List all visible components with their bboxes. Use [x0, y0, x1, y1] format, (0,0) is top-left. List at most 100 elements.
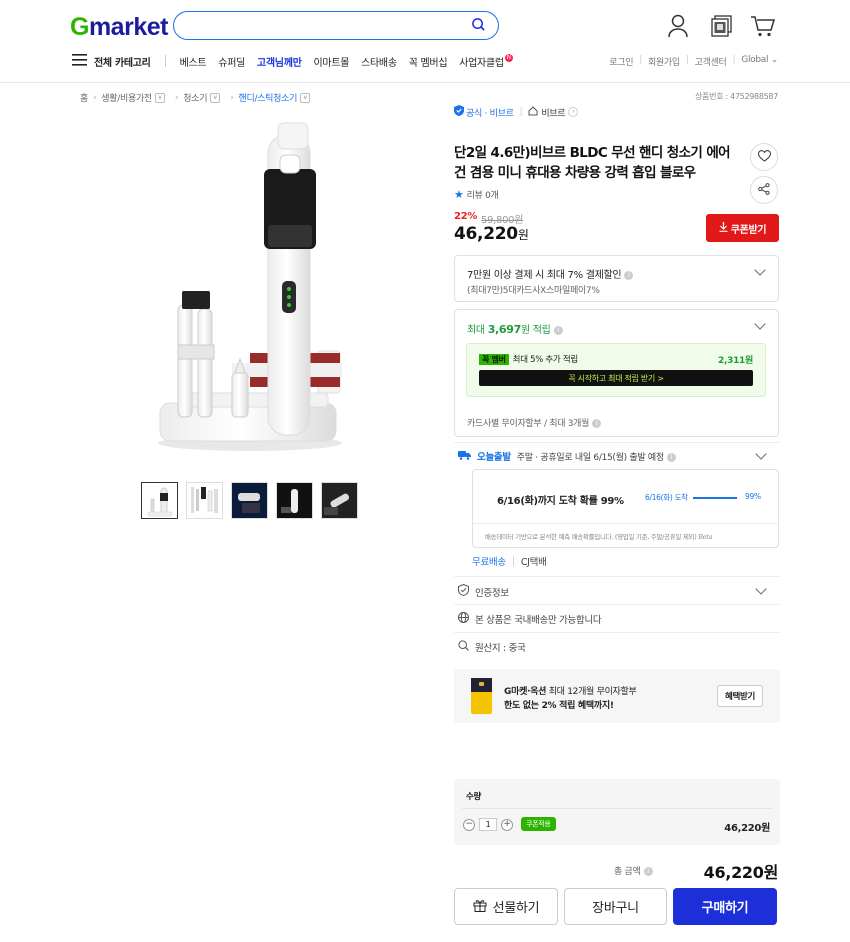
membership-text: 최대 5% 추가 적립 [512, 355, 579, 365]
truck-icon [458, 450, 471, 463]
star-icon: ★ [454, 188, 464, 201]
verified-shield-icon [454, 105, 464, 119]
card-discount-title: 7만원 이상 결제 시 최대 7% 결제할인 i [467, 266, 634, 281]
download-icon [719, 221, 728, 235]
chevron-down-icon[interactable]: v [154, 92, 165, 103]
my-gmarket-icon[interactable] [710, 14, 734, 41]
breadcrumb-cat2[interactable]: 청소기 [183, 91, 207, 104]
info-icon[interactable]: i [666, 452, 676, 462]
chevron-down-icon[interactable] [755, 448, 767, 460]
get-benefit-button[interactable]: 혜택받기 [717, 685, 763, 707]
forecast-note: 배송데이터 기반으로 분석한 예측 배송확률입니다. (영업일 기준, 주말/공… [485, 533, 713, 541]
quantity-stepper[interactable]: − 1 + [463, 818, 513, 831]
login-link[interactable]: 로그인 [609, 55, 633, 68]
buy-now-button[interactable]: 구매하기 [673, 888, 777, 925]
quantity-value[interactable]: 1 [479, 818, 497, 831]
chevron-down-icon[interactable] [755, 583, 767, 595]
promo-line2: 한도 없는 2% 적립 혜택까지! [504, 701, 614, 711]
info-icon[interactable]: i [624, 270, 634, 280]
thumbnail-2[interactable] [186, 482, 223, 519]
divider [454, 442, 780, 443]
gift-button[interactable]: 선물하기 [454, 888, 558, 925]
decrease-button[interactable]: − [463, 818, 475, 831]
nav-item-best[interactable]: 베스트 [180, 54, 207, 69]
coupon-button[interactable]: 쿠폰받기 [706, 214, 779, 242]
info-icon[interactable]: i [643, 867, 653, 876]
chevron-down-icon[interactable] [754, 264, 766, 276]
all-category-button[interactable]: 전체 카테고리 [94, 54, 151, 69]
search-icon[interactable] [471, 17, 486, 35]
heart-icon [757, 149, 771, 165]
shield-check-icon [458, 583, 469, 599]
breadcrumb: 홈 › 생활/비용가전 v › 청소기 v › 핸디/스틱청소기 v [80, 91, 315, 104]
thumbnail-5[interactable] [321, 482, 358, 519]
chevron-down-icon[interactable] [754, 318, 766, 330]
certification-row[interactable]: 인증정보 [458, 583, 509, 599]
breadcrumb-cat3[interactable]: 핸디/스틱청소기 [239, 91, 298, 104]
wishlist-button[interactable] [750, 143, 778, 171]
line-price: 46,220원 [724, 823, 770, 834]
customer-center-link[interactable]: 고객센터 [695, 55, 727, 68]
home-icon [528, 105, 538, 119]
card-discount-sub: (최대7만)5대카드사X스마일페이7% [467, 286, 600, 296]
card-image [471, 678, 492, 714]
gmarket-logo[interactable]: Gmarket [70, 13, 168, 42]
divider [454, 576, 780, 577]
carrier: CJ택배 [520, 557, 547, 568]
card-discount-panel[interactable]: 7만원 이상 결제 시 최대 7% 결제할인 i (최대7만)5대카드사X스마일페… [454, 255, 779, 302]
nav-item-emart[interactable]: 이마트몰 [314, 54, 350, 69]
increase-button[interactable]: + [501, 818, 513, 831]
magnifier-icon [458, 640, 469, 654]
signup-link[interactable]: 회원가입 [648, 55, 680, 68]
product-badges: 공식 · 비브르 | 비브르 › [454, 105, 780, 119]
domestic-shipping-row: 본 상품은 국내배송만 가능합니다 [458, 612, 602, 626]
free-shipping: 무료배송 [472, 557, 506, 568]
brand-store-link[interactable]: 비브르 › [528, 105, 579, 119]
review-link[interactable]: ★ 리뷰 0개 [454, 188, 499, 201]
info-icon[interactable]: i [592, 419, 602, 428]
product-main-image[interactable] [150, 115, 350, 455]
total-amount: 46,220원 [703, 863, 779, 882]
utility-links: 로그인 | 회원가입 | 고객센터 | Global ⌄ [609, 55, 778, 68]
forecast-headline: 6/16(화)까지 도착 확률 99% [497, 496, 624, 507]
product-number: 상품번호 : 4752988587 [694, 92, 778, 101]
search-bar[interactable] [173, 11, 499, 40]
shipping-method: 무료배송 | CJ택배 [472, 555, 547, 569]
membership-badge: 꼭 멤버 [479, 353, 509, 365]
total-label: 총 금액 i [614, 864, 653, 877]
nav-item-superdeal[interactable]: 슈퍼딜 [218, 54, 245, 69]
forecast-bar [693, 497, 737, 499]
coupon-applied-tag: 쿠폰적용 [521, 817, 556, 831]
share-button[interactable] [750, 176, 778, 204]
chevron-down-icon[interactable]: v [210, 92, 221, 103]
nav-item-for-you[interactable]: 고객님께만 [257, 54, 302, 69]
thumbnail-list [141, 482, 358, 519]
global-link[interactable]: Global ⌄ [741, 55, 778, 68]
nav-item-business-club[interactable]: 사업자클럽N [459, 53, 513, 69]
chevron-down-icon[interactable]: v [300, 92, 311, 103]
nav-divider [164, 55, 166, 67]
membership-cta-button[interactable]: 꼭 시작하고 최대 적립 받기 > [479, 370, 753, 386]
official-store-badge[interactable]: 공식 · 비브르 [454, 105, 514, 119]
share-icon [758, 182, 770, 198]
breadcrumb-cat1[interactable]: 생활/비용가전 [101, 91, 152, 104]
search-input[interactable] [188, 13, 468, 37]
quantity-label: 수량 [466, 792, 482, 802]
nav-item-star-delivery[interactable]: 스타배송 [361, 54, 397, 69]
nav-item-membership[interactable]: 꼭 멤버십 [409, 54, 448, 69]
globe-icon [458, 612, 469, 626]
product-title: 단2일 4.6만)비브르 BLDC 무선 핸디 청소기 에어건 겸용 미니 휴대… [454, 145, 731, 181]
breadcrumb-home[interactable]: 홈 [80, 91, 88, 104]
thumbnail-4[interactable] [276, 482, 313, 519]
user-icon[interactable] [667, 14, 689, 41]
add-to-cart-button[interactable]: 장바구니 [564, 888, 667, 925]
main-nav: 전체 카테고리 베스트 슈퍼딜 고객님께만 이마트몰 스타배송 꼭 멤버십 사업… [72, 53, 513, 69]
thumbnail-3[interactable] [231, 482, 268, 519]
installment-info: 카드사별 무이자할부 / 최대 3개월 i [467, 416, 602, 429]
chevron-right-icon: › [568, 107, 579, 117]
info-icon[interactable]: i [553, 325, 563, 335]
card-promo-banner: G마켓·옥션 최대 12개월 무이자할부 한도 없는 2% 적립 혜택까지! 혜… [454, 669, 780, 723]
thumbnail-1[interactable] [141, 482, 178, 519]
cart-icon[interactable] [750, 14, 776, 41]
menu-icon[interactable] [72, 53, 87, 69]
